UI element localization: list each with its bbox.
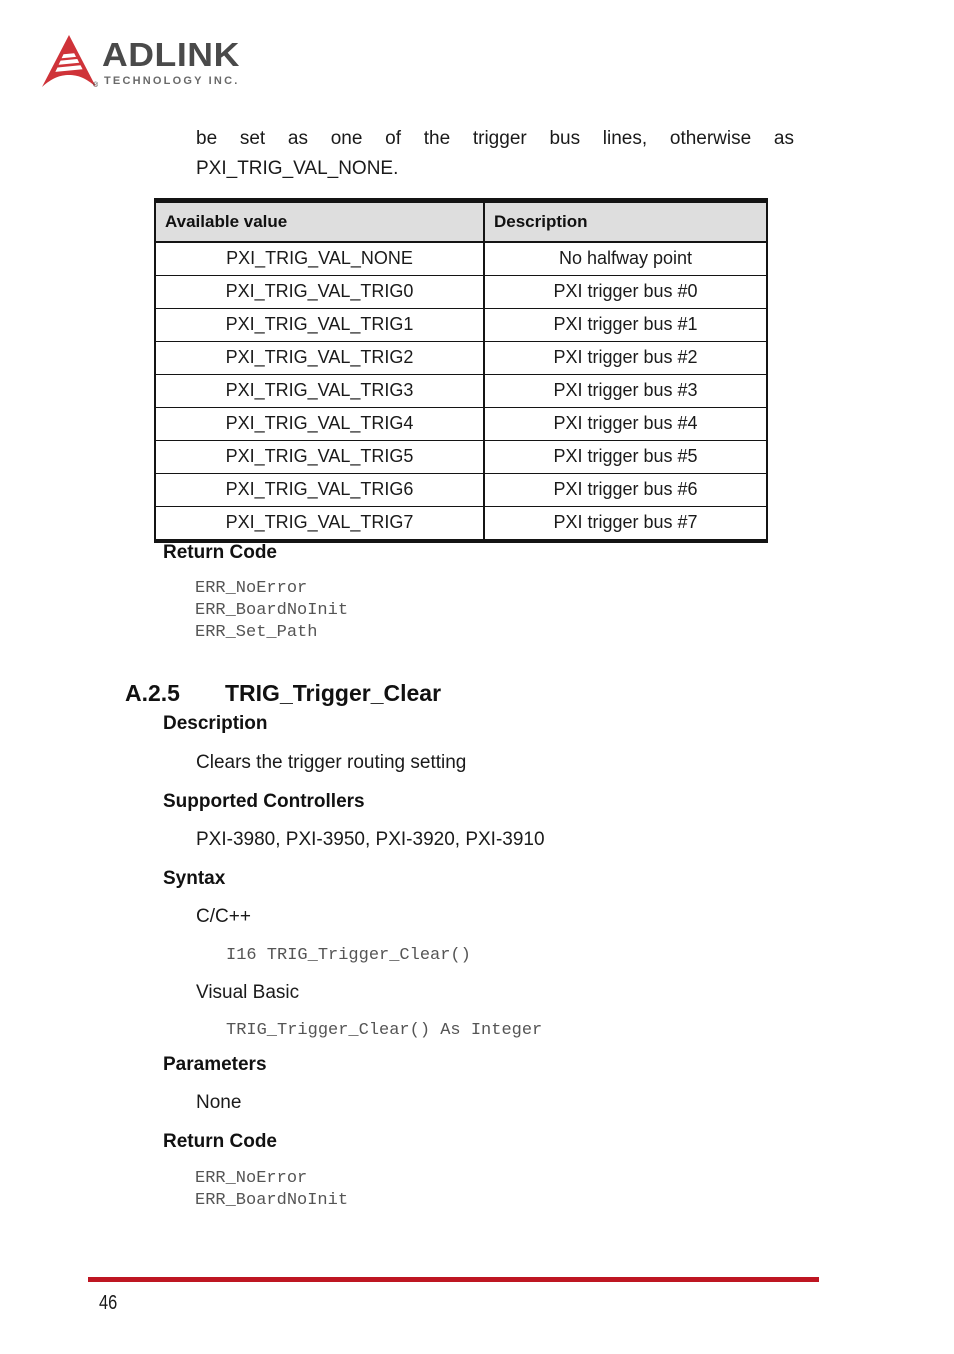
cell-available-value: PXI_TRIG_VAL_TRIG4 — [154, 407, 485, 441]
return-code-heading-1: Return Code — [163, 542, 277, 563]
page-header: ® ADLINK TECHNOLOGY INC. — [38, 30, 298, 100]
cell-description: PXI trigger bus #2 — [483, 341, 768, 375]
available-values-table-wrapper: Available value Description PXI_TRIG_VAL… — [154, 198, 768, 543]
cell-available-value: PXI_TRIG_VAL_TRIG3 — [154, 374, 485, 408]
parameters-heading: Parameters — [163, 1054, 267, 1075]
table-row: PXI_TRIG_VAL_TRIG2 PXI trigger bus #2 — [154, 341, 768, 375]
cell-description: PXI trigger bus #4 — [483, 407, 768, 441]
supported-controllers-heading: Supported Controllers — [163, 791, 365, 812]
table-row: PXI_TRIG_VAL_TRIG3 PXI trigger bus #3 — [154, 374, 768, 408]
page-number: 46 — [99, 1292, 118, 1314]
syntax-language-c: C/C++ — [196, 906, 251, 927]
return-code-list-2: ERR_NoError ERR_BoardNoInit — [195, 1169, 349, 1210]
table-header-row: Available value Description — [154, 198, 768, 243]
table-row: PXI_TRIG_VAL_TRIG7 PXI trigger bus #7 — [154, 506, 768, 543]
footer-rule — [88, 1277, 819, 1282]
section-title: TRIG_Trigger_Clear — [225, 680, 442, 706]
parameters-text: None — [196, 1092, 242, 1113]
cell-description: PXI trigger bus #6 — [483, 473, 768, 507]
cell-description: PXI trigger bus #0 — [483, 275, 768, 309]
cell-description: No halfway point — [483, 241, 768, 276]
cell-available-value: PXI_TRIG_VAL_NONE — [154, 241, 485, 276]
cell-available-value: PXI_TRIG_VAL_TRIG1 — [154, 308, 485, 342]
cell-description: PXI trigger bus #5 — [483, 440, 768, 474]
cell-available-value: PXI_TRIG_VAL_TRIG6 — [154, 473, 485, 507]
adlink-logo-icon — [38, 32, 100, 94]
table-row: PXI_TRIG_VAL_TRIG4 PXI trigger bus #4 — [154, 407, 768, 441]
syntax-heading: Syntax — [163, 868, 226, 889]
registered-trademark-icon: ® — [93, 82, 99, 89]
table-row: PXI_TRIG_VAL_TRIG6 PXI trigger bus #6 — [154, 473, 768, 507]
return-code-heading-2: Return Code — [163, 1131, 277, 1152]
return-code-list-1: ERR_NoError ERR_BoardNoInit ERR_Set_Path — [195, 579, 349, 642]
intro-paragraph: be set as one of the trigger bus lines, … — [196, 128, 794, 179]
table-row: PXI_TRIG_VAL_TRIG1 PXI trigger bus #1 — [154, 308, 768, 342]
table-row: PXI_TRIG_VAL_TRIG5 PXI trigger bus #5 — [154, 440, 768, 474]
cell-available-value: PXI_TRIG_VAL_TRIG0 — [154, 275, 485, 309]
cell-available-value: PXI_TRIG_VAL_TRIG7 — [154, 506, 485, 543]
description-text: Clears the trigger routing setting — [196, 752, 467, 773]
syntax-code-c: I16 TRIG_Trigger_Clear() — [226, 946, 471, 965]
cell-description: PXI trigger bus #1 — [483, 308, 768, 342]
column-header-description: Description — [483, 198, 768, 243]
available-values-table: Available value Description PXI_TRIG_VAL… — [154, 198, 768, 543]
cell-available-value: PXI_TRIG_VAL_TRIG5 — [154, 440, 485, 474]
column-header-available-value: Available value — [154, 198, 485, 243]
table-row: PXI_TRIG_VAL_NONE No halfway point — [154, 241, 768, 276]
syntax-code-vb: TRIG_Trigger_Clear() As Integer — [226, 1021, 543, 1040]
table-body: PXI_TRIG_VAL_NONE No halfway point PXI_TRI… — [154, 241, 768, 543]
syntax-language-vb: Visual Basic — [196, 982, 300, 1003]
adlink-tagline: TECHNOLOGY INC. — [104, 75, 240, 87]
description-heading: Description — [163, 713, 268, 734]
cell-description: PXI trigger bus #7 — [483, 506, 768, 543]
table-row: PXI_TRIG_VAL_TRIG0 PXI trigger bus #0 — [154, 275, 768, 309]
cell-available-value: PXI_TRIG_VAL_TRIG2 — [154, 341, 485, 375]
adlink-wordmark: ADLINK — [102, 36, 240, 73]
supported-controllers-text: PXI-3980, PXI-3950, PXI-3920, PXI-3910 — [196, 829, 545, 850]
section-number: A.2.5 — [125, 680, 180, 706]
cell-description: PXI trigger bus #3 — [483, 374, 768, 408]
